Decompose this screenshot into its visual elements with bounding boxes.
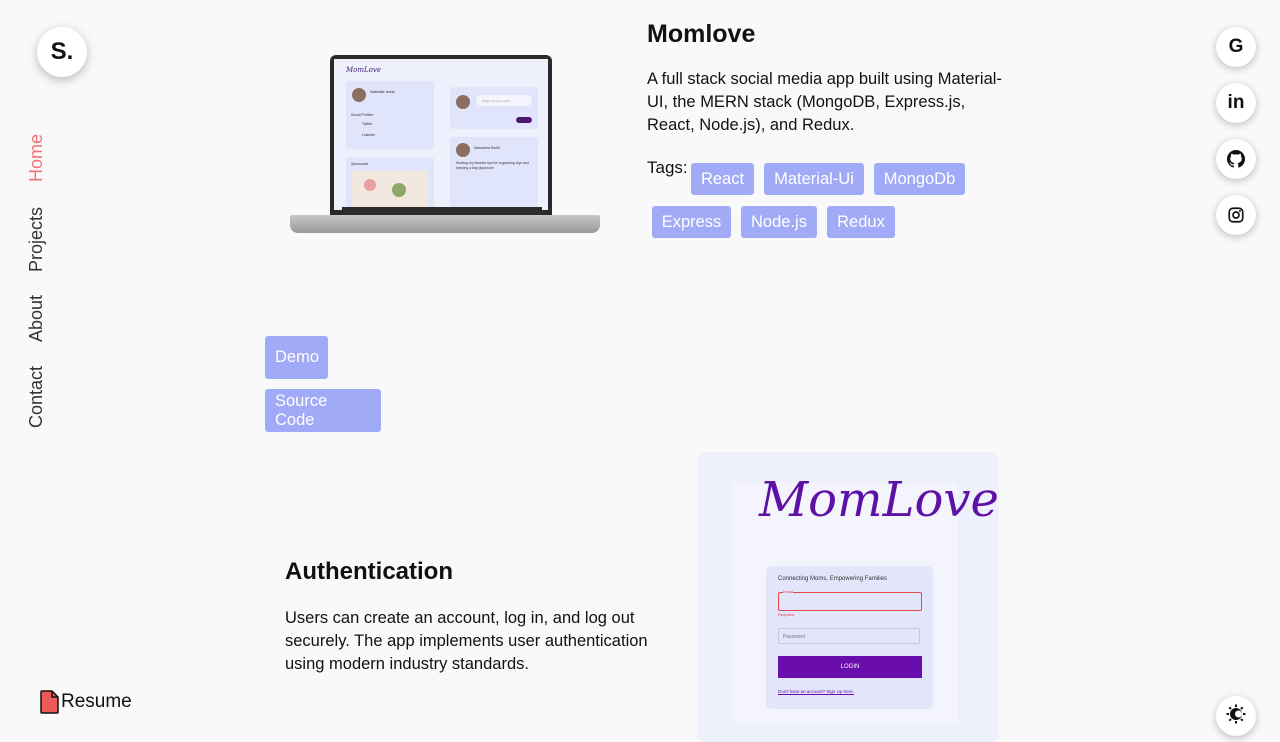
github-link[interactable] <box>1216 139 1256 179</box>
login-password-field: Password <box>778 628 920 644</box>
nav-projects[interactable]: Projects <box>26 207 47 272</box>
site-logo[interactable]: S. <box>37 27 87 77</box>
screen-feed-user: Samantha Smith <box>474 146 500 150</box>
login-brand-logo: MomLove <box>759 472 999 528</box>
login-form-heading: Connecting Moms, Empowering Families <box>778 576 888 582</box>
screen-feed-text: Sharing my favorite tips for organizing … <box>456 161 529 170</box>
login-signup-link: Don't have an account? Sign Up here. <box>778 689 854 694</box>
tag-material-ui[interactable]: Material-Ui <box>764 163 864 195</box>
laptop-screen: MomLove Nathalie lewis Social Profiles T… <box>334 59 548 210</box>
screen-linkedin: Linkedin <box>362 133 376 137</box>
github-icon <box>1227 150 1245 168</box>
resume-link[interactable]: Resume <box>40 690 132 714</box>
tag-redux[interactable]: Redux <box>827 206 895 238</box>
screen-post-avatar <box>456 95 470 109</box>
instagram-link[interactable] <box>1216 195 1256 235</box>
tag-express[interactable]: Express <box>652 206 731 238</box>
nav-about[interactable]: About <box>26 295 47 342</box>
project-title: Momlove <box>647 20 756 48</box>
login-form-preview: Connecting Moms, Empowering Families Ema… <box>766 566 933 709</box>
tag-nodejs[interactable]: Node.js <box>741 206 817 238</box>
theme-toggle-button[interactable] <box>1216 696 1256 736</box>
screen-sponsored-card: Sponsored <box>346 157 434 210</box>
source-code-button[interactable]: Source Code <box>265 389 381 432</box>
theme-toggle-icon <box>1226 704 1246 724</box>
screen-avatar <box>352 88 366 102</box>
login-email-label: Email <box>783 589 794 594</box>
auth-description: Users can create an account, log in, and… <box>285 609 648 673</box>
screen-feed-avatar <box>456 143 470 157</box>
nav-home[interactable]: Home <box>26 134 47 182</box>
login-button-preview: LOGIN <box>778 656 922 678</box>
project-preview-laptop: MomLove Nathalie lewis Social Profiles T… <box>288 52 604 244</box>
laptop-base <box>290 215 600 233</box>
linkedin-link[interactable]: in <box>1216 83 1256 123</box>
screen-social-profiles: Social Profiles <box>351 113 374 117</box>
login-preview-card: MomLove Connecting Moms, Empowering Fami… <box>697 452 999 742</box>
google-link[interactable]: G <box>1216 27 1256 67</box>
screen-sponsored: Sponsored <box>351 162 368 166</box>
screen-twitter: Twitter <box>362 122 373 126</box>
screen-post-input: What's on your mind... <box>476 95 532 106</box>
side-nav: Home Projects About Contact <box>26 120 58 440</box>
laptop-screen-frame: MomLove Nathalie lewis Social Profiles T… <box>330 55 552 215</box>
auth-title: Authentication <box>285 558 453 585</box>
screen-post-button <box>516 117 532 123</box>
screen-user-name: Nathalie lewis <box>370 89 395 94</box>
tag-mongodb[interactable]: MongoDb <box>874 163 965 195</box>
screen-profile-card: Nathalie lewis Social Profiles Twitter L… <box>346 81 434 149</box>
tags-label: Tags: <box>647 158 688 177</box>
nav-contact[interactable]: Contact <box>26 366 47 428</box>
project-description: A full stack social media app built usin… <box>647 70 1002 134</box>
screen-post-input-card: What's on your mind... <box>450 87 538 129</box>
login-required-text: Required <box>778 612 795 617</box>
demo-button[interactable]: Demo <box>265 336 328 379</box>
google-icon: G <box>1228 36 1244 57</box>
screen-feed-post: Samantha Smith Sharing my favorite tips … <box>450 137 538 210</box>
instagram-icon <box>1228 207 1244 223</box>
document-icon <box>40 690 59 714</box>
linkedin-icon: in <box>1227 92 1245 113</box>
resume-label: Resume <box>61 691 132 712</box>
tag-react[interactable]: React <box>691 163 754 195</box>
screen-app-logo: MomLove <box>346 66 381 74</box>
screen-sponsored-image <box>352 171 428 207</box>
login-email-field: Email <box>778 589 922 611</box>
